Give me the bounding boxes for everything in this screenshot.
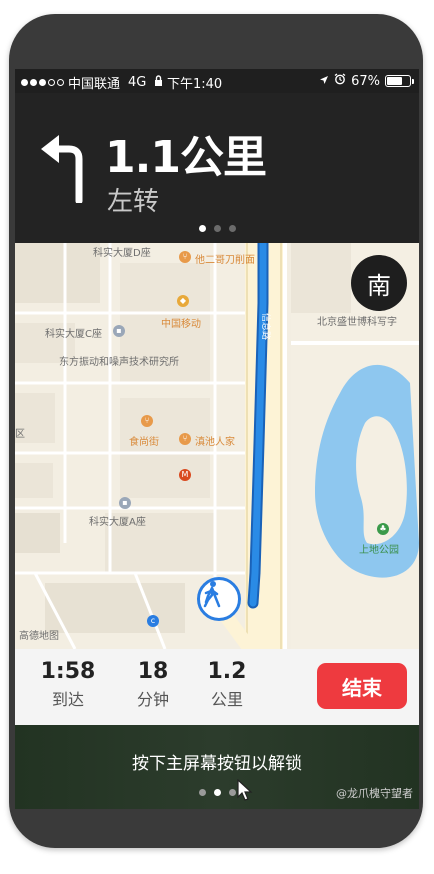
poi-district: 区 bbox=[15, 429, 25, 440]
poi-shishangjie: 食尚街 bbox=[129, 437, 159, 448]
weibo-watermark: @龙爪槐守望者 bbox=[336, 787, 413, 800]
status-right: 67% bbox=[319, 73, 414, 89]
restaurant-icon: ⑂ bbox=[179, 251, 191, 263]
end-navigation-button[interactable]: 结束 bbox=[317, 663, 407, 709]
poi-park: 上地公园 bbox=[359, 545, 399, 556]
poi-building-d: 科实大厦D座 bbox=[93, 248, 151, 259]
building-icon: ▪ bbox=[119, 497, 131, 509]
screen: 中国联通 4G 下午1:40 67% 1.1公里 左转 南 信息路 科实大厦D座… bbox=[15, 69, 419, 809]
arrival-stat: 1:58 到达 bbox=[33, 659, 103, 710]
distance-stat: 1.2 公里 bbox=[195, 659, 259, 710]
signal-strength-icon bbox=[21, 79, 64, 86]
lock-icon bbox=[154, 75, 163, 90]
user-location-walker-icon bbox=[197, 577, 241, 621]
lock-screen-strip: 按下主屏幕按钮以解锁 @龙爪槐守望者 bbox=[15, 725, 419, 809]
status-bar: 中国联通 4G 下午1:40 67% bbox=[15, 69, 419, 93]
park-icon: ♣ bbox=[377, 523, 389, 535]
restaurant-icon: ⑂ bbox=[141, 415, 153, 427]
minutes-value: 18 bbox=[137, 659, 169, 684]
carrier-name: 中国联通 bbox=[68, 77, 121, 92]
phone-frame: 中国联通 4G 下午1:40 67% 1.1公里 左转 南 信息路 科实大厦D座… bbox=[9, 14, 423, 848]
poi-beijing-school: 北京盛世博科写字 bbox=[317, 317, 397, 328]
location-marker-icon: c bbox=[147, 615, 159, 627]
minutes-label: 分钟 bbox=[136, 690, 169, 709]
page-dot bbox=[198, 789, 206, 796]
page-dot bbox=[213, 789, 221, 796]
poi-tazhe: 他二哥刀削面 bbox=[195, 255, 255, 266]
poi-building-a: 科实大厦A座 bbox=[89, 517, 146, 528]
trip-summary-panel: 1:58 到达 18 分钟 1.2 公里 结束 bbox=[15, 649, 419, 725]
poi-dianchi: 滇池人家 bbox=[195, 437, 235, 448]
unlock-prompt: 按下主屏幕按钮以解锁 bbox=[132, 754, 302, 774]
poi-institute: 东方振动和噪声技术研究所 bbox=[59, 357, 179, 368]
mouse-cursor-icon bbox=[237, 779, 253, 801]
clock-time: 下午1:40 bbox=[167, 77, 223, 92]
poi-china-mobile: 中国移动 bbox=[161, 319, 201, 330]
poi-building-c: 科实大厦C座 bbox=[45, 329, 102, 340]
signal-carrier: 中国联通 4G bbox=[21, 73, 163, 92]
page-dot bbox=[228, 225, 236, 232]
arrival-time: 1:58 bbox=[40, 659, 96, 684]
shop-icon: ◆ bbox=[177, 295, 189, 307]
page-dot bbox=[228, 789, 236, 796]
road-label: 信息路 bbox=[260, 313, 270, 341]
battery-percent: 67% bbox=[351, 73, 380, 89]
minutes-stat: 18 分钟 bbox=[123, 659, 183, 710]
arrival-label: 到达 bbox=[51, 690, 84, 709]
maneuver-page-indicator[interactable] bbox=[15, 225, 419, 232]
page-dot bbox=[213, 225, 221, 232]
navigation-header[interactable]: 1.1公里 左转 bbox=[15, 93, 419, 243]
maneuver-distance: 1.1公里 bbox=[105, 132, 267, 183]
status-time: 下午1:40 bbox=[167, 73, 222, 92]
building-icon: ▪ bbox=[113, 325, 125, 337]
network-type: 4G bbox=[128, 75, 147, 90]
compass-button[interactable]: 南 bbox=[351, 255, 407, 311]
distance-label: 公里 bbox=[210, 690, 243, 709]
turn-left-arrow-icon bbox=[41, 135, 83, 203]
battery-icon bbox=[385, 75, 414, 87]
restaurant-icon: ⑂ bbox=[179, 433, 191, 445]
fastfood-icon: M bbox=[179, 469, 191, 481]
distance-value: 1.2 bbox=[207, 659, 247, 684]
page-dot bbox=[198, 225, 206, 232]
location-arrow-icon bbox=[319, 74, 329, 89]
maneuver-instruction: 左转 bbox=[107, 187, 160, 217]
map-view[interactable]: 南 信息路 科实大厦D座 ⑂ 他二哥刀削面 ◆ 中国移动 科实大厦C座 ▪ 东方… bbox=[15, 243, 419, 649]
map-attribution: 高德地图 bbox=[19, 631, 59, 642]
alarm-icon bbox=[334, 73, 346, 89]
